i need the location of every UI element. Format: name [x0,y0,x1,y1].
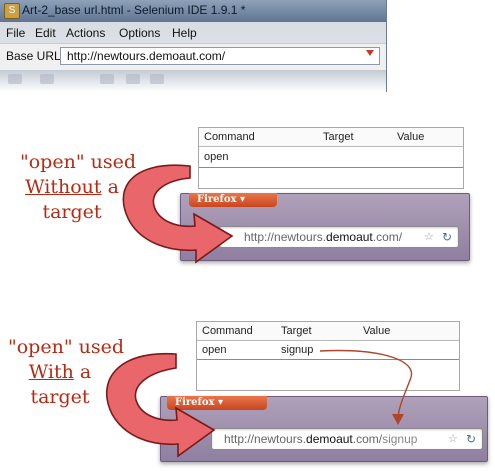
pointer-arrow [319,349,413,425]
